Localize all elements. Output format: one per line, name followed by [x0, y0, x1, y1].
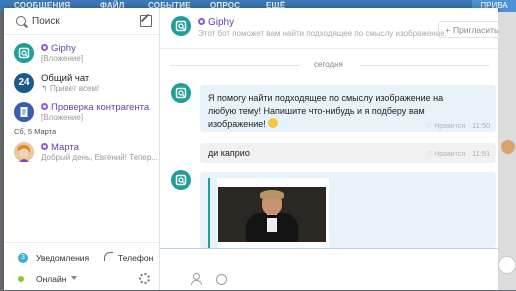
marta-avatar-image — [17, 144, 31, 162]
bot-icon — [41, 103, 48, 110]
chevron-down-icon[interactable] — [71, 276, 77, 280]
bot-gif-message — [200, 172, 496, 248]
like-button[interactable]: ♡ Нравится — [426, 122, 465, 130]
chat-title: Giphy — [41, 43, 76, 54]
day-separator: сегодня — [160, 60, 498, 70]
separator-line — [360, 65, 490, 66]
invite-button[interactable]: + Пригласить — [438, 21, 500, 38]
chat-title: Общий чат — [41, 73, 90, 84]
message-composer — [160, 248, 498, 291]
notifications-count-badge: 3 — [18, 253, 28, 263]
bot-icon — [198, 18, 205, 25]
giphy-bot-icon — [175, 174, 187, 186]
message-time: 11:51 — [472, 149, 491, 158]
gif-figure-bowtie — [267, 215, 277, 218]
compose-icon[interactable] — [140, 15, 152, 27]
bot-icon — [41, 44, 48, 51]
chat-item-giphy[interactable]: Giphy [Вложение] — [4, 40, 159, 66]
sidebar-footer: 3 Уведомления Телефон Онлайн — [4, 242, 159, 291]
gif-figure-hair — [260, 190, 284, 199]
status-selector[interactable]: Онлайн — [36, 274, 66, 284]
document-icon — [20, 107, 28, 117]
user-message: ди каприо ♡ Нравится 11:51 — [200, 143, 496, 163]
giphy-avatar — [14, 43, 34, 63]
bot-message-avatar — [171, 83, 191, 103]
search-icon — [16, 16, 26, 26]
conversation-header: Giphy Этот бот поможет вам найти подходя… — [160, 8, 500, 49]
conversation-panel: Giphy Этот бот поможет вам найти подходя… — [160, 8, 500, 291]
bot-message: Я помогу найти подходящее по смыслу изоб… — [200, 85, 496, 132]
chat-sidebar: Giphy [Вложение] 24 Общий чат ↰ Привет в… — [4, 8, 160, 290]
day-separator-label: сегодня — [314, 60, 343, 69]
chat-preview: [Вложение] — [41, 113, 84, 122]
right-edge-panel — [498, 12, 516, 290]
giphy-header-avatar — [171, 16, 191, 36]
chat-title: Марта — [41, 142, 79, 153]
chat-item-general[interactable]: 24 Общий чат ↰ Привет всем! — [4, 70, 159, 96]
reply-icon: ↰ — [41, 84, 50, 93]
chat-preview: Добрый день, Евгений! Тепер... — [41, 153, 158, 162]
chat-item-marta[interactable]: Марта Добрый день, Евгений! Тепер... — [4, 139, 159, 165]
phone-button[interactable]: Телефон — [118, 253, 153, 263]
send-icon[interactable] — [498, 256, 516, 274]
giphy-bot-icon — [18, 47, 30, 59]
search-input[interactable] — [32, 14, 132, 28]
conversation-description: Этот бот поможет вам найти подходящее по… — [198, 29, 447, 38]
phone-icon — [104, 252, 113, 261]
counterparty-avatar — [14, 102, 34, 122]
search-row — [4, 8, 159, 35]
chat-preview: [Вложение] — [41, 54, 84, 63]
smile-emoji-icon — [267, 118, 278, 128]
conversation-title: Giphy — [198, 17, 234, 28]
attachment-accent-bar — [208, 178, 210, 248]
marta-avatar — [14, 142, 34, 162]
general-chat-avatar: 24 — [14, 73, 34, 93]
bot-icon — [41, 143, 48, 150]
message-input[interactable] — [172, 253, 472, 265]
bot-message-avatar — [171, 170, 191, 190]
chat-title: Проверка контрагента — [41, 102, 149, 113]
mention-person-icon[interactable] — [191, 273, 202, 285]
gif-image[interactable] — [218, 187, 326, 242]
online-status-dot — [18, 276, 24, 282]
plus-icon: + — [445, 25, 450, 35]
emoji-icon[interactable] — [216, 274, 227, 285]
notifications-button[interactable]: Уведомления — [36, 253, 89, 263]
chat-preview: ↰ Привет всем! — [41, 84, 100, 93]
message-text: ди каприо — [208, 148, 250, 158]
messenger-window: Giphy [Вложение] 24 Общий чат ↰ Привет в… — [4, 8, 500, 291]
giphy-bot-icon — [175, 87, 187, 99]
giphy-bot-icon — [175, 20, 187, 32]
chat-item-counterparty-check[interactable]: Проверка контрагента [Вложение] — [4, 99, 159, 125]
separator-line — [170, 65, 300, 66]
date-separator: Сб, 5 Марта — [14, 127, 57, 136]
like-button[interactable]: ♡ Нравится — [426, 150, 465, 158]
user-avatar — [501, 140, 515, 154]
gear-icon[interactable] — [139, 273, 150, 284]
message-time: 11:50 — [472, 121, 491, 130]
